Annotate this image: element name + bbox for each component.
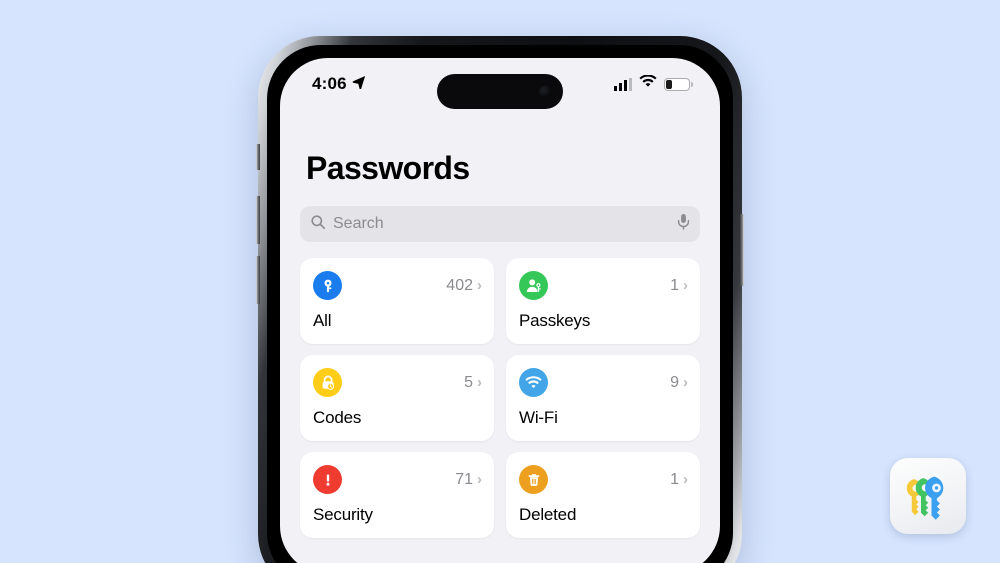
page-title: Passwords <box>306 150 470 186</box>
alert-icon <box>313 465 342 494</box>
search-input-placeholder[interactable]: Search <box>333 215 670 233</box>
category-label: Security <box>313 505 373 524</box>
magnifier-icon <box>310 214 326 235</box>
category-label: Passkeys <box>519 311 591 330</box>
status-bar: 4:06 <box>280 58 720 110</box>
chevron-right-icon: › <box>477 277 482 294</box>
person-key-icon <box>519 271 548 300</box>
trash-icon <box>519 465 548 494</box>
chevron-right-icon: › <box>683 374 688 391</box>
category-count: 9 <box>670 373 679 391</box>
category-label: Wi-Fi <box>519 408 558 427</box>
battery-icon <box>664 77 693 91</box>
category-label: Deleted <box>519 505 577 524</box>
wifi-icon <box>639 74 657 93</box>
iphone-device-frame: 4:06 Passwords Search 402 › All 1 › Pass… <box>256 36 744 563</box>
chevron-right-icon: › <box>477 374 482 391</box>
status-bar-right <box>614 74 693 93</box>
passwords-app-icon[interactable] <box>890 458 966 534</box>
category-card-all[interactable]: 402 › All <box>300 258 494 344</box>
passwords-screen-content: Passwords Search 402 › All 1 › Passkeys … <box>280 110 720 563</box>
key-icon <box>313 271 342 300</box>
category-count: 402 <box>446 276 473 294</box>
microphone-icon[interactable] <box>677 213 690 235</box>
category-card-codes[interactable]: 5 › Codes <box>300 355 494 441</box>
lock-clock-icon <box>313 368 342 397</box>
phone-bezel: 4:06 Passwords Search 402 › All 1 › Pass… <box>267 45 733 563</box>
volume-up-button[interactable] <box>256 196 260 244</box>
three-keys-icon <box>906 476 944 520</box>
search-field[interactable]: Search <box>300 206 700 242</box>
volume-down-button[interactable] <box>256 256 260 304</box>
category-count: 71 <box>455 470 473 488</box>
status-bar-left: 4:06 <box>312 74 366 94</box>
category-grid: 402 › All 1 › Passkeys 5 › Codes 9 › Wi-… <box>298 258 702 538</box>
status-bar-clock: 4:06 <box>312 74 347 93</box>
category-card-security[interactable]: 71 › Security <box>300 452 494 538</box>
category-count: 5 <box>464 373 473 391</box>
category-card-wifi[interactable]: 9 › Wi-Fi <box>506 355 700 441</box>
phone-screen: 4:06 Passwords Search 402 › All 1 › Pass… <box>280 58 720 563</box>
wifi-circle-icon <box>519 368 548 397</box>
cellular-signal-icon <box>614 77 632 91</box>
chevron-right-icon: › <box>683 471 688 488</box>
action-button[interactable] <box>256 144 260 170</box>
category-card-deleted[interactable]: 1 › Deleted <box>506 452 700 538</box>
category-label: Codes <box>313 408 362 427</box>
chevron-right-icon: › <box>477 471 482 488</box>
category-label: All <box>313 311 332 330</box>
category-card-passkeys[interactable]: 1 › Passkeys <box>506 258 700 344</box>
power-button[interactable] <box>740 214 744 286</box>
chevron-right-icon: › <box>683 277 688 294</box>
location-arrow-icon <box>352 75 366 94</box>
category-count: 1 <box>670 276 679 294</box>
category-count: 1 <box>670 470 679 488</box>
